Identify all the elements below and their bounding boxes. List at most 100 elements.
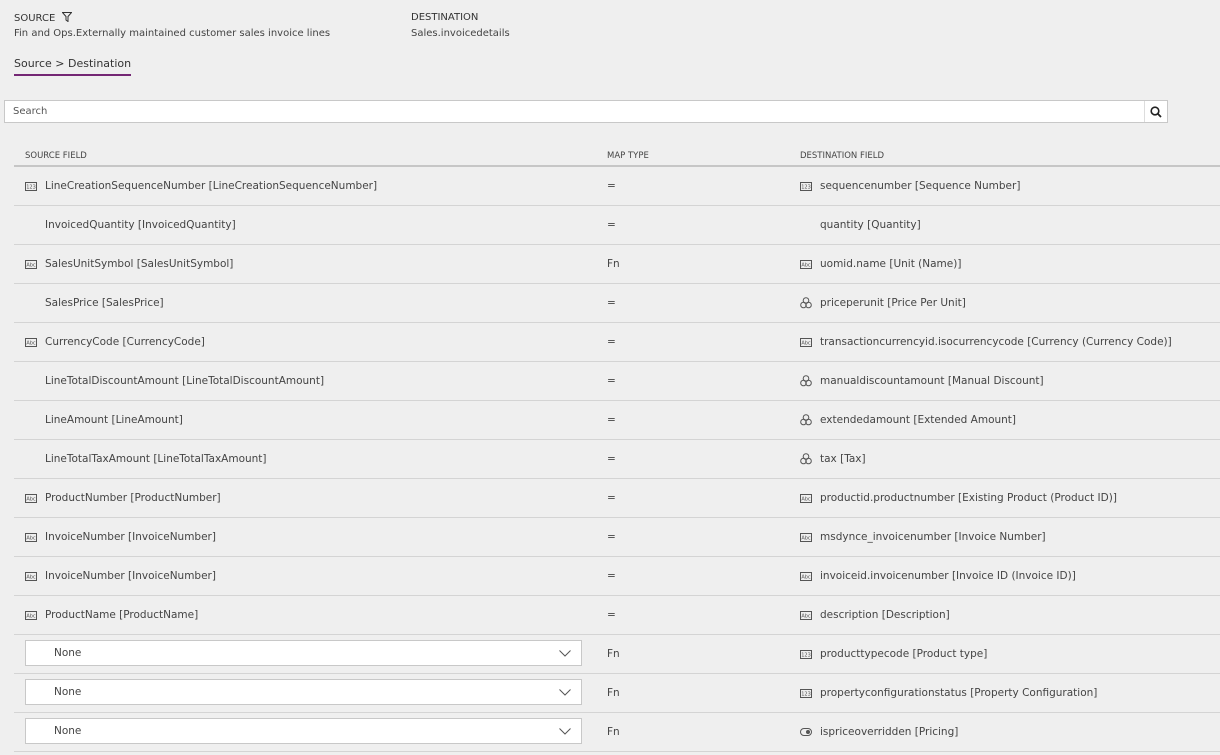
destination-field-name: priceperunit [Price Per Unit] (820, 297, 966, 309)
mapping-row[interactable]: LineTotalTaxAmount [LineTotalTaxAmount] =… (14, 440, 1220, 479)
mapping-row[interactable]: Abc CurrencyCode [CurrencyCode] = Abc transa… (14, 323, 1220, 362)
source-field-name: ProductNumber [ProductNumber] (45, 492, 221, 504)
no-type-icon (25, 377, 37, 386)
column-header-source-field[interactable]: SOURCE FIELD (25, 151, 87, 161)
mapping-row[interactable]: Abc ProductName [ProductName] = Abc descript… (14, 596, 1220, 635)
svg-text:Abc: Abc (26, 574, 36, 580)
source-field-dropdown[interactable]: None (25, 679, 582, 705)
column-header-map-type[interactable]: MAP TYPE (607, 151, 649, 161)
text-icon: Abc (800, 259, 812, 269)
mapping-row[interactable]: None Fn 123 propertyconfigurationstatus [P… (14, 674, 1220, 713)
map-type[interactable]: = (607, 362, 616, 400)
source-field-dropdown[interactable]: None (25, 718, 582, 744)
mapping-row[interactable]: 123 LineCreationSequenceNumber [LineCreat… (14, 167, 1220, 206)
svg-text:123: 123 (26, 184, 36, 190)
map-type[interactable]: Fn (607, 635, 620, 673)
mapping-row[interactable]: Abc ProductNumber [ProductNumber] = Abc prod… (14, 479, 1220, 518)
no-type-icon (800, 221, 812, 230)
mapping-row[interactable]: LineTotalDiscountAmount [LineTotalDiscou… (14, 362, 1220, 401)
text-icon: Abc (800, 610, 812, 620)
source-entity: Fin and Ops.Externally maintained custom… (14, 28, 331, 39)
svg-text:Abc: Abc (26, 340, 36, 346)
mapping-row[interactable]: Abc InvoiceNumber [InvoiceNumber] = Abc invo… (14, 557, 1220, 596)
text-icon: Abc (800, 493, 812, 503)
text-icon: Abc (25, 532, 37, 542)
destination-field-name: manualdiscountamount [Manual Discount] (820, 375, 1044, 387)
source-field: LineTotalTaxAmount [LineTotalTaxAmount] (25, 440, 267, 478)
mapping-row[interactable]: Abc SalesUnitSymbol [SalesUnitSymbol] Fn Ab… (14, 245, 1220, 284)
destination-field: extendedamount [Extended Amount] (800, 401, 1016, 439)
svg-text:Abc: Abc (801, 535, 811, 541)
mapping-row[interactable]: InvoicedQuantity [InvoicedQuantity] = quan… (14, 206, 1220, 245)
map-type[interactable]: = (607, 596, 616, 634)
source-field: SalesPrice [SalesPrice] (25, 284, 164, 322)
destination-field-name: quantity [Quantity] (820, 219, 921, 231)
map-type[interactable]: = (607, 401, 616, 439)
map-type[interactable]: Fn (607, 674, 620, 712)
tab-source-destination[interactable]: Source > Destination (14, 57, 132, 76)
mapping-row[interactable]: None Fn ispriceoverridden [Pricing] (14, 713, 1220, 752)
destination-field: ispriceoverridden [Pricing] (800, 713, 958, 751)
destination-field-name: productid.productnumber [Existing Produc… (820, 492, 1117, 504)
map-type[interactable]: = (607, 518, 616, 556)
svg-text:Abc: Abc (26, 535, 36, 541)
source-field: Abc SalesUnitSymbol [SalesUnitSymbol] (25, 245, 233, 283)
map-type[interactable]: = (607, 167, 616, 205)
text-icon: Abc (25, 610, 37, 620)
svg-text:Abc: Abc (801, 262, 811, 268)
source-label: SOURCE (14, 12, 74, 25)
source-field: Abc ProductNumber [ProductNumber] (25, 479, 221, 517)
source-field-name: LineCreationSequenceNumber [LineCreation… (45, 180, 378, 192)
map-type[interactable]: = (607, 206, 616, 244)
mapping-row[interactable]: SalesPrice [SalesPrice] = priceperunit [Pr… (14, 284, 1220, 323)
map-type[interactable]: = (607, 479, 616, 517)
svg-text:123: 123 (801, 691, 811, 697)
source-field: Abc CurrencyCode [CurrencyCode] (25, 323, 205, 361)
map-type[interactable]: = (607, 557, 616, 595)
svg-text:Abc: Abc (801, 496, 811, 502)
destination-field: tax [Tax] (800, 440, 866, 478)
map-type[interactable]: = (607, 284, 616, 322)
svg-text:Abc: Abc (801, 340, 811, 346)
svg-text:Abc: Abc (801, 613, 811, 619)
map-type[interactable]: Fn (607, 245, 620, 283)
map-type[interactable]: = (607, 323, 616, 361)
map-type[interactable]: Fn (607, 713, 620, 751)
source-field-name: LineTotalDiscountAmount [LineTotalDiscou… (45, 375, 325, 387)
text-icon: Abc (25, 571, 37, 581)
mapping-row[interactable]: None Fn 123 producttypecode [Product type] (14, 635, 1220, 674)
filter-icon[interactable] (61, 12, 74, 25)
no-type-icon (25, 416, 37, 425)
svg-text:123: 123 (801, 652, 811, 658)
destination-field: quantity [Quantity] (800, 206, 921, 244)
source-field-name: SalesUnitSymbol [SalesUnitSymbol] (45, 258, 234, 270)
source-field: 123 LineCreationSequenceNumber [LineCreat… (25, 167, 377, 205)
chevron-down-icon (559, 727, 571, 735)
column-header-destination-field[interactable]: DESTINATION FIELD (800, 151, 884, 161)
svg-text:Abc: Abc (26, 262, 36, 268)
search-button[interactable] (1144, 101, 1167, 122)
search-input[interactable] (5, 101, 1144, 122)
map-type[interactable]: = (607, 440, 616, 478)
mapping-row[interactable]: LineAmount [LineAmount] = extendedamount [… (14, 401, 1220, 440)
mapping-table: 123 LineCreationSequenceNumber [LineCreat… (14, 167, 1220, 752)
search-box (4, 100, 1168, 123)
no-type-icon (25, 221, 37, 230)
destination-field-name: ispriceoverridden [Pricing] (820, 726, 959, 738)
mapping-row[interactable]: Abc InvoiceNumber [InvoiceNumber] = Abc msdy… (14, 518, 1220, 557)
text-icon: Abc (800, 571, 812, 581)
destination-field-name: propertyconfigurationstatus [Property Co… (820, 687, 1098, 699)
text-icon: Abc (800, 532, 812, 542)
source-field-dropdown[interactable]: None (25, 640, 582, 666)
currency-icon (800, 414, 812, 426)
destination-field: 123 producttypecode [Product type] (800, 635, 987, 673)
destination-field-name: sequencenumber [Sequence Number] (820, 180, 1021, 192)
source-field-name: InvoiceNumber [InvoiceNumber] (45, 531, 216, 543)
destination-field: Abc msdynce_invoicenumber [Invoice Number… (800, 518, 1046, 556)
destination-field: 123 propertyconfigurationstatus [Property… (800, 674, 1097, 712)
currency-icon (800, 297, 812, 309)
text-icon: Abc (25, 259, 37, 269)
destination-field-name: producttypecode [Product type] (820, 648, 988, 660)
number-icon: 123 (800, 649, 812, 659)
source-field: Abc ProductName [ProductName] (25, 596, 198, 634)
